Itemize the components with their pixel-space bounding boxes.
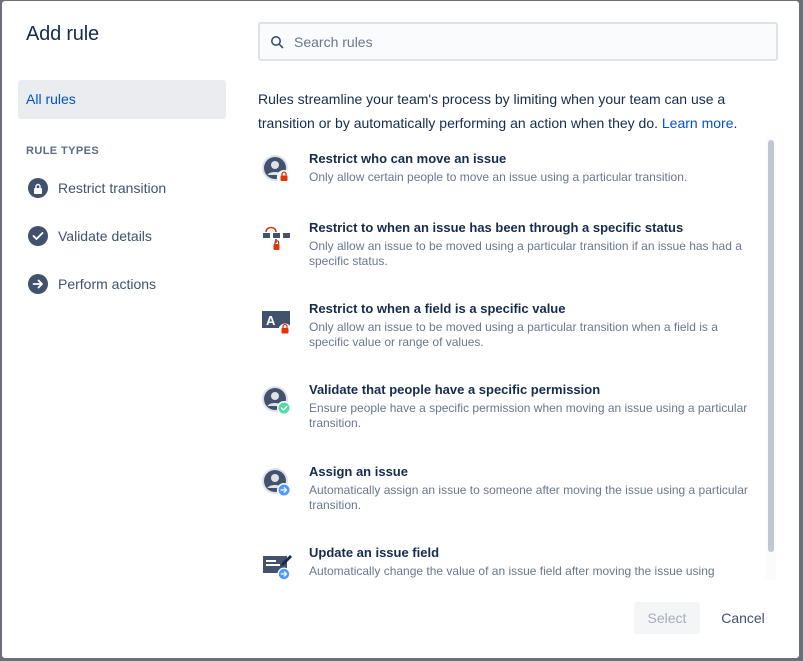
rule-item[interactable]: Restrict who can move an issue Only allo… [260, 151, 750, 187]
rule-description: Automatically assign an issue to someone… [309, 483, 748, 512]
sidebar-item-label: Restrict transition [58, 180, 167, 196]
search-input[interactable] [292, 32, 756, 51]
cancel-button[interactable]: Cancel [710, 602, 776, 634]
rule-description: Automatically change the value of an iss… [309, 564, 715, 578]
arrow-right-icon [28, 274, 48, 294]
add-rule-dialog: Add rule All rules RULE TYPES Restrict t… [2, 1, 799, 658]
sidebar-item-restrict-transition[interactable]: Restrict transition [28, 176, 166, 200]
rules-list: Restrict who can move an issue Only allo… [254, 136, 776, 580]
sidebar-item-label: Validate details [58, 228, 152, 244]
rule-title: Restrict who can move an issue [309, 151, 507, 166]
rule-item[interactable]: A Restrict to when a field is a specific… [260, 301, 750, 350]
rule-description: Only allow an issue to be moved using a … [309, 239, 742, 268]
user-lock-icon [260, 153, 294, 187]
rule-item[interactable]: Update an issue field Automatically chan… [260, 545, 750, 580]
rules-description: Rules streamline your team's process by … [258, 91, 738, 131]
user-arrow-icon [260, 466, 294, 500]
rule-description: Only allow an issue to be moved using a … [309, 320, 718, 349]
lock-icon [28, 178, 48, 198]
check-icon [28, 226, 48, 246]
rules-description-text: Rules streamline your team's process by … [258, 91, 726, 131]
rule-title: Restrict to when a field is a specific v… [309, 301, 566, 316]
rule-title: Update an issue field [309, 545, 440, 560]
dialog-title: Add rule [26, 23, 99, 45]
field-lock-icon: A [260, 303, 294, 337]
status-lock-icon [260, 222, 294, 256]
search-field[interactable] [258, 22, 778, 61]
select-button[interactable]: Select [634, 602, 700, 634]
user-check-icon [260, 384, 294, 418]
rule-item[interactable]: Restrict to when an issue has been throu… [260, 220, 750, 269]
sidebar-item-perform-actions[interactable]: Perform actions [28, 272, 156, 296]
search-icon [270, 35, 284, 49]
rule-title: Assign an issue [309, 464, 408, 479]
rule-item[interactable]: Assign an issue Automatically assign an … [260, 464, 750, 513]
rule-title: Restrict to when an issue has been throu… [309, 220, 684, 235]
sidebar-item-label: Perform actions [58, 276, 157, 292]
learn-more-link[interactable]: Learn more [662, 115, 734, 131]
rule-title: Validate that people have a specific per… [309, 382, 601, 397]
sidebar-item-validate-details[interactable]: Validate details [28, 224, 152, 248]
rule-description: Only allow certain people to move an iss… [309, 170, 688, 184]
rule-description: Ensure people have a specific permission… [309, 401, 748, 430]
sidebar-item-all-rules[interactable]: All rules [18, 80, 226, 119]
rule-types-heading: RULE TYPES [26, 145, 100, 157]
svg-text:A: A [266, 313, 276, 328]
field-edit-icon [260, 547, 294, 580]
rule-item[interactable]: Validate that people have a specific per… [260, 382, 750, 431]
scrollbar-thumb[interactable] [768, 140, 774, 552]
